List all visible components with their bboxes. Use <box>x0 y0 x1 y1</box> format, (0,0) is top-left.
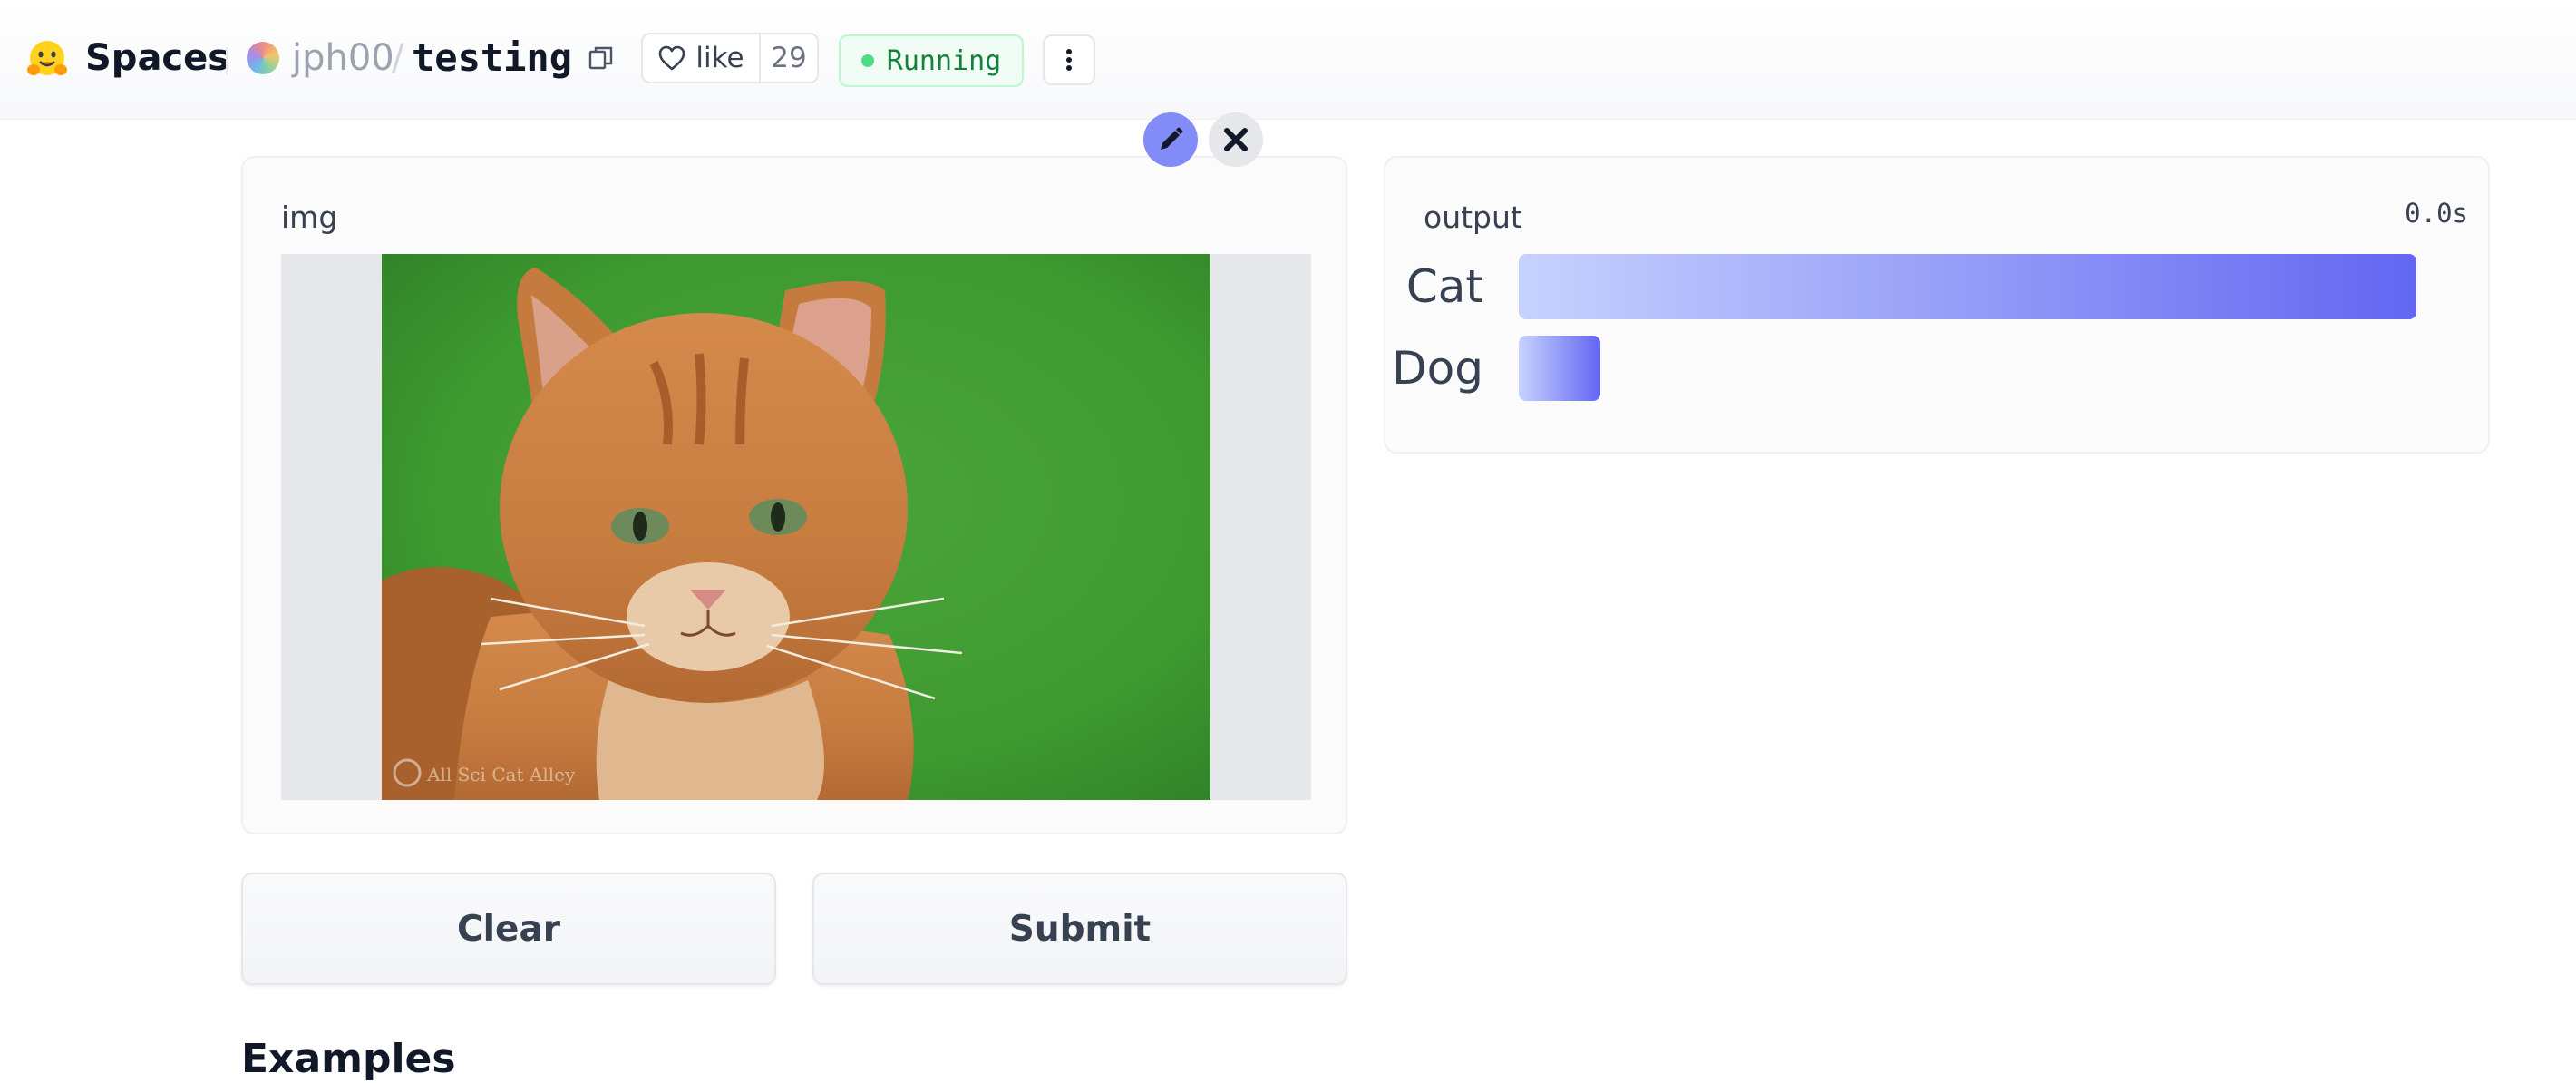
image-preview-frame: All Sci Cat Alley <box>281 254 1311 800</box>
label-row-dog[interactable]: Dog <box>1385 336 2488 401</box>
output-label: output <box>1424 200 1522 235</box>
status-text: Running <box>886 44 1002 77</box>
like-group: like 29 <box>641 33 819 83</box>
header-divider <box>226 47 228 74</box>
hugging-face-logo-icon[interactable] <box>25 38 69 82</box>
cat-photo-icon: All Sci Cat Alley <box>382 254 1210 800</box>
confidence-bar <box>1519 336 1600 401</box>
class-name: Cat <box>1405 260 1483 313</box>
label-row-cat[interactable]: Cat <box>1385 254 2488 319</box>
clear-button[interactable]: Clear <box>241 873 776 985</box>
elapsed-time: 0.0s <box>2405 198 2468 229</box>
repo-owner-link[interactable]: jph00 <box>292 34 394 82</box>
like-count[interactable]: 29 <box>761 34 817 82</box>
more-options-button[interactable] <box>1043 34 1095 85</box>
edit-image-button[interactable] <box>1143 112 1198 167</box>
image-watermark: All Sci Cat Alley <box>426 764 576 785</box>
submit-button[interactable]: Submit <box>812 873 1347 985</box>
confidence-bar <box>1519 254 2416 319</box>
image-input-panel: img All Sci Cat Alley <box>241 156 1347 834</box>
confidence-track <box>1519 336 2425 401</box>
status-badge[interactable]: Running <box>839 34 1024 87</box>
pencil-icon <box>1161 127 1183 150</box>
copy-icon[interactable] <box>586 44 617 74</box>
input-label: img <box>281 200 338 235</box>
remove-image-button[interactable] <box>1209 112 1263 167</box>
repo-name-link[interactable]: testing <box>412 33 572 83</box>
owner-avatar[interactable] <box>247 42 279 74</box>
confidence-track <box>1519 254 2425 319</box>
uploaded-cat-image[interactable]: All Sci Cat Alley <box>382 254 1210 800</box>
class-name: Dog <box>1392 342 1483 395</box>
label-output-panel: output 0.0s Cat Dog <box>1384 156 2490 454</box>
top-header: Spaces jph00 / testing like 29 Running <box>0 0 2576 120</box>
spaces-brand-link[interactable]: Spaces <box>85 34 229 82</box>
close-icon <box>1224 128 1248 151</box>
heart-icon <box>659 45 685 71</box>
like-button[interactable]: like <box>643 34 761 82</box>
status-dot-icon <box>860 54 874 67</box>
kebab-icon <box>1066 49 1072 71</box>
examples-heading: Examples <box>241 1036 456 1082</box>
repo-path-separator: / <box>392 37 404 79</box>
like-label: like <box>695 42 744 74</box>
